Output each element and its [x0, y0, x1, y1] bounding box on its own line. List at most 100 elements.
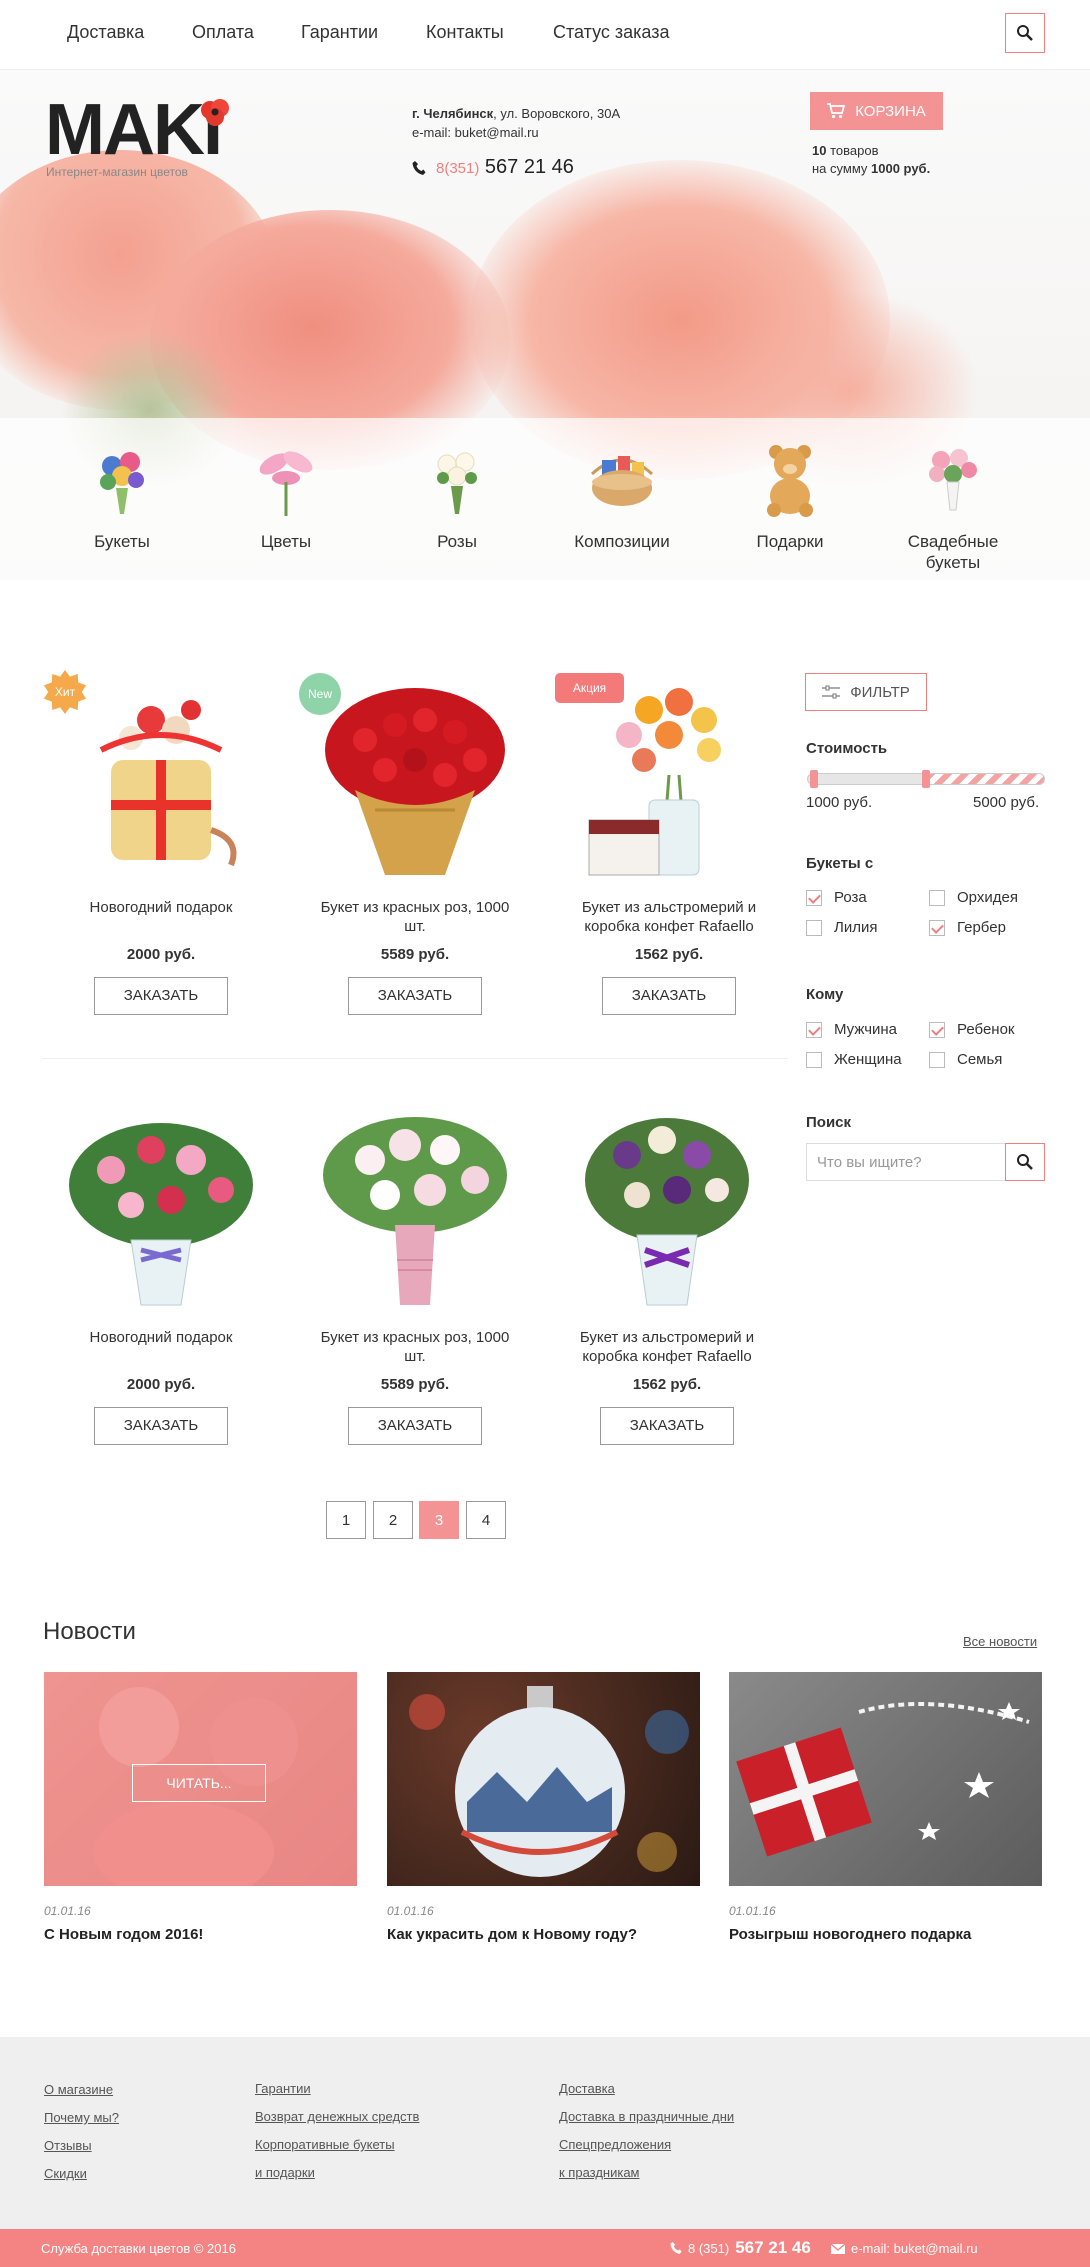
footer-holiday-delivery-link[interactable]: Доставка в праздничные дни	[559, 2109, 734, 2124]
order-button[interactable]: ЗАКАЗАТЬ	[348, 977, 482, 1015]
product-card: Букет из красных роз, 1000 шт. 5589 руб.…	[315, 1110, 515, 1445]
category-compositions[interactable]: Композиции	[557, 438, 687, 552]
filter-button[interactable]: ФИЛЬТР	[805, 673, 927, 711]
nav-contacts[interactable]: Контакты	[426, 22, 504, 43]
checkbox[interactable]	[806, 889, 822, 906]
footer-about-link[interactable]: О магазине	[44, 2082, 113, 2097]
category-label: Свадебные букеты	[907, 532, 999, 572]
product-name: Новогодний подарок	[89, 1329, 233, 1346]
footer-phone-code: 8 (351)	[688, 2240, 730, 2256]
product-image[interactable]	[569, 680, 769, 880]
category-wedding-bouquets[interactable]: Свадебные букеты	[888, 438, 1018, 573]
lily-bouquet-image	[69, 1123, 253, 1306]
cart-button[interactable]: КОРЗИНА	[810, 92, 943, 130]
nav-guarantees[interactable]: Гарантии	[301, 22, 378, 43]
footer-guarantees-link[interactable]: Гарантии	[255, 2081, 311, 2096]
read-more-button[interactable]: ЧИТАТЬ...	[132, 1764, 266, 1802]
contact-email[interactable]: e-mail: buket@mail.ru	[412, 123, 620, 142]
checkbox[interactable]	[929, 919, 945, 936]
product-image[interactable]	[61, 1110, 261, 1310]
category-label: Букеты	[94, 532, 150, 551]
new-badge: New	[299, 673, 341, 715]
news-title[interactable]: Как украсить дом к Новому году?	[387, 1926, 700, 1943]
page-1[interactable]: 1	[326, 1501, 366, 1539]
checkbox[interactable]	[929, 889, 945, 906]
product-card: Новогодний подарок 2000 руб. ЗАКАЗАТЬ	[61, 680, 261, 1015]
filter-woman[interactable]: Женщина	[806, 1051, 902, 1068]
footer-reviews-link[interactable]: Отзывы	[44, 2138, 92, 2153]
news-title[interactable]: С Новым годом 2016!	[44, 1926, 357, 1943]
cart-label: КОРЗИНА	[855, 102, 926, 120]
gift-bouquet-image	[99, 700, 237, 867]
news-title[interactable]: Розыгрыш новогоднего подарка	[729, 1926, 1042, 1943]
price-min-label: 1000 руб.	[806, 794, 873, 811]
page-2[interactable]: 2	[373, 1501, 413, 1539]
order-button[interactable]: ЗАКАЗАТЬ	[600, 1407, 734, 1445]
filter-orchid[interactable]: Орхидея	[929, 889, 1018, 906]
footer-delivery-link[interactable]: Доставка	[559, 2081, 615, 2096]
checkbox[interactable]	[806, 1051, 822, 1068]
checkbox-label: Женщина	[834, 1051, 902, 1068]
filter-gerbera[interactable]: Гербер	[929, 919, 1006, 936]
product-image[interactable]	[567, 1110, 767, 1310]
product-card: Букет из красных роз, 1000 шт. 5589 руб.…	[315, 680, 515, 1015]
nav-payment[interactable]: Оплата	[192, 22, 254, 43]
lily-icon	[259, 451, 313, 516]
filter-man[interactable]: Мужчина	[806, 1021, 897, 1038]
page-3-active[interactable]: 3	[419, 1501, 459, 1539]
footer-special-offers-link[interactable]: Спецпредложения	[559, 2137, 671, 2152]
nav-delivery[interactable]: Доставка	[67, 22, 144, 43]
sale-badge: Акция	[555, 673, 624, 703]
search-icon	[1017, 25, 1033, 41]
footer-email[interactable]: e-mail: buket@mail.ru	[831, 2241, 978, 2256]
footer-why-us-link[interactable]: Почему мы?	[44, 2110, 119, 2125]
sidebar-search-button[interactable]	[1005, 1143, 1045, 1181]
product-image[interactable]	[315, 680, 515, 880]
phone-icon	[670, 2242, 682, 2254]
filter-family[interactable]: Семья	[929, 1051, 1002, 1068]
category-roses[interactable]: Розы	[392, 438, 522, 552]
search-icon	[1017, 1154, 1033, 1170]
news-date: 01.01.16	[729, 1904, 776, 1918]
price-max-handle[interactable]	[922, 770, 930, 788]
checkbox-label: Семья	[957, 1051, 1003, 1068]
order-button[interactable]: ЗАКАЗАТЬ	[94, 1407, 228, 1445]
news-card[interactable]: 01.01.16 Как украсить дом к Новому году?	[387, 1672, 700, 1943]
order-button[interactable]: ЗАКАЗАТЬ	[602, 977, 736, 1015]
category-flowers[interactable]: Цветы	[221, 438, 351, 552]
footer-discounts-link[interactable]: Скидки	[44, 2166, 87, 2181]
checkbox[interactable]	[806, 919, 822, 936]
news-card[interactable]: 01.01.16 Розыгрыш новогоднего подарка	[729, 1672, 1042, 1943]
news-image[interactable]: ЧИТАТЬ...	[44, 1672, 357, 1886]
news-image[interactable]	[729, 1672, 1042, 1886]
checkbox[interactable]	[929, 1051, 945, 1068]
footer-corporate-link[interactable]: Корпоративные букеты	[255, 2137, 395, 2152]
footer-corporate-link-cont[interactable]: и подарки	[255, 2165, 315, 2180]
order-button[interactable]: ЗАКАЗАТЬ	[94, 977, 228, 1015]
nav-order-status[interactable]: Статус заказа	[553, 22, 670, 43]
checkbox[interactable]	[929, 1021, 945, 1038]
page-4[interactable]: 4	[466, 1501, 506, 1539]
footer-special-offers-link-cont[interactable]: к праздникам	[559, 2165, 640, 2180]
news-card[interactable]: ЧИТАТЬ... 01.01.16 С Новым годом 2016!	[44, 1672, 357, 1943]
logo[interactable]: MAKI	[45, 94, 223, 166]
price-min-handle[interactable]	[810, 770, 818, 788]
order-button[interactable]: ЗАКАЗАТЬ	[348, 1407, 482, 1445]
all-news-link[interactable]: Все новости	[963, 1634, 1037, 1649]
filter-rose[interactable]: Роза	[806, 889, 867, 906]
product-name: Букет из красных роз, 1000 шт.	[320, 899, 510, 935]
header-search-button[interactable]	[1005, 13, 1045, 53]
news-image[interactable]	[387, 1672, 700, 1886]
footer-refund-link[interactable]: Возврат денежных средств	[255, 2109, 419, 2124]
category-gifts[interactable]: Подарки	[725, 438, 855, 552]
filter-child[interactable]: Ребенок	[929, 1021, 1014, 1038]
checkbox[interactable]	[806, 1021, 822, 1038]
product-image[interactable]	[315, 1110, 515, 1310]
header-phone[interactable]: 8(351) 567 21 46	[412, 156, 574, 179]
footer-phone[interactable]: 8 (351) 567 21 46	[670, 2238, 811, 2258]
category-bouquets[interactable]: Букеты	[57, 438, 187, 552]
bottom-bar: Служба доставки цветов © 2016 8 (351) 56…	[0, 2229, 1090, 2267]
gift-box-image	[736, 1702, 1030, 1857]
product-image[interactable]	[61, 680, 261, 880]
filter-lily[interactable]: Лилия	[806, 919, 877, 936]
